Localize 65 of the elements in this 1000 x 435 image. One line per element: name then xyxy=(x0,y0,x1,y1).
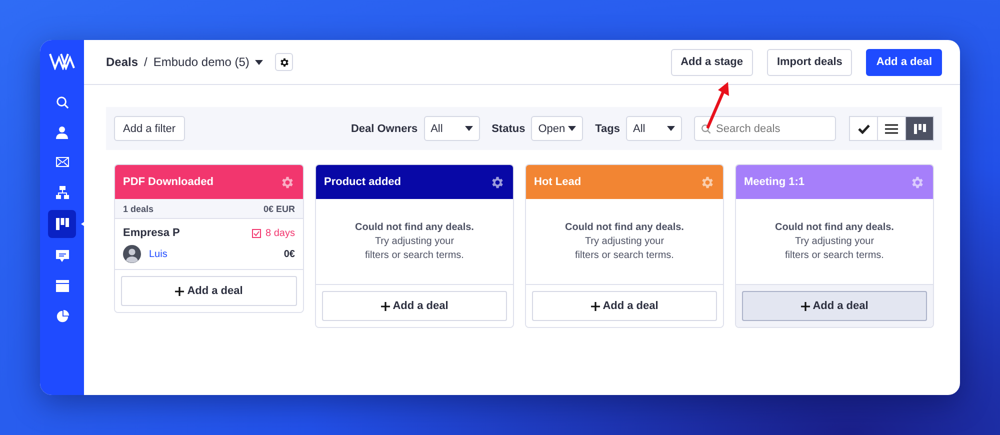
list-icon xyxy=(885,124,898,134)
mail-icon[interactable] xyxy=(56,157,68,167)
filter-select[interactable]: All xyxy=(626,116,682,141)
header-button[interactable]: Add a stage xyxy=(670,48,753,76)
deal-name: Empresa P xyxy=(123,227,180,239)
plus-icon xyxy=(175,286,184,296)
stage-title: Meeting 1:1 xyxy=(744,176,805,188)
caret-icon xyxy=(464,126,473,131)
empty-message: Try adjusting your xyxy=(794,234,874,248)
logo-icon xyxy=(49,52,75,70)
deal-amount: 0€ xyxy=(284,248,295,260)
checkbox-icon xyxy=(252,228,261,238)
add-filter-button[interactable]: Add a filter xyxy=(114,116,185,141)
empty-message: filters or search terms. xyxy=(785,248,884,262)
deal-count: 1 deals xyxy=(123,204,154,214)
breadcrumb-separator: / xyxy=(144,55,148,69)
plus-icon xyxy=(380,302,390,310)
add-deal-button[interactable]: Add a deal xyxy=(322,291,507,321)
plus-icon xyxy=(800,302,810,310)
add-deal-button[interactable]: Add a deal xyxy=(532,291,717,321)
header-button[interactable]: Add a deal xyxy=(866,48,942,76)
person-icon[interactable] xyxy=(56,126,68,138)
caret-icon xyxy=(667,126,675,131)
empty-message: filters or search terms. xyxy=(365,248,464,262)
avatar xyxy=(123,245,141,263)
chat-icon[interactable] xyxy=(56,250,68,262)
header-button[interactable]: Import deals xyxy=(766,48,852,76)
filter-select[interactable]: Open xyxy=(531,116,584,141)
filter-label: Tags xyxy=(595,122,620,134)
empty-message: Try adjusting your xyxy=(374,234,454,248)
board-icon xyxy=(914,124,926,134)
add-deal-button[interactable]: Add a deal xyxy=(742,291,927,321)
filter-label: Status xyxy=(492,122,526,134)
stage-title: Product added xyxy=(324,176,402,188)
view-toggle-button[interactable] xyxy=(877,116,906,141)
caret-icon xyxy=(255,60,264,64)
deal-total: 0€ EUR xyxy=(263,204,295,214)
breadcrumb-link[interactable]: Deals xyxy=(106,55,138,69)
selection-pointer xyxy=(81,220,87,228)
settings-button[interactable] xyxy=(275,53,294,71)
empty-message: filters or search terms. xyxy=(575,248,674,262)
add-deal-button[interactable]: Add a deal xyxy=(121,276,297,306)
pipeline-name[interactable]: Embudo demo (5) xyxy=(153,55,250,69)
empty-message: Could not find any deals. xyxy=(355,220,474,234)
check-icon xyxy=(858,124,870,134)
due-label: 8 days xyxy=(266,228,295,238)
filter-label: Deal Owners xyxy=(350,122,418,134)
pie-chart-icon[interactable] xyxy=(56,310,68,322)
stage-title: Hot Lead xyxy=(534,176,582,188)
empty-message: Could not find any deals. xyxy=(565,220,684,234)
filter-select[interactable]: All xyxy=(424,116,480,141)
browser-window-icon[interactable] xyxy=(56,280,68,292)
view-toggle-button[interactable] xyxy=(849,116,878,141)
search-icon[interactable] xyxy=(56,96,68,108)
sitemap-icon[interactable] xyxy=(56,186,68,198)
owner-link[interactable]: Luis xyxy=(149,248,168,260)
stage-title: PDF Downloaded xyxy=(123,176,214,188)
plus-icon xyxy=(590,302,600,310)
caret-icon xyxy=(568,126,576,131)
empty-message: Could not find any deals. xyxy=(775,220,894,234)
gear-icon[interactable] xyxy=(278,56,290,68)
empty-message: Try adjusting your xyxy=(584,234,664,248)
search-field[interactable]: Search deals xyxy=(694,116,836,141)
board-icon[interactable] xyxy=(56,218,68,230)
view-toggle-button[interactable] xyxy=(905,116,934,141)
